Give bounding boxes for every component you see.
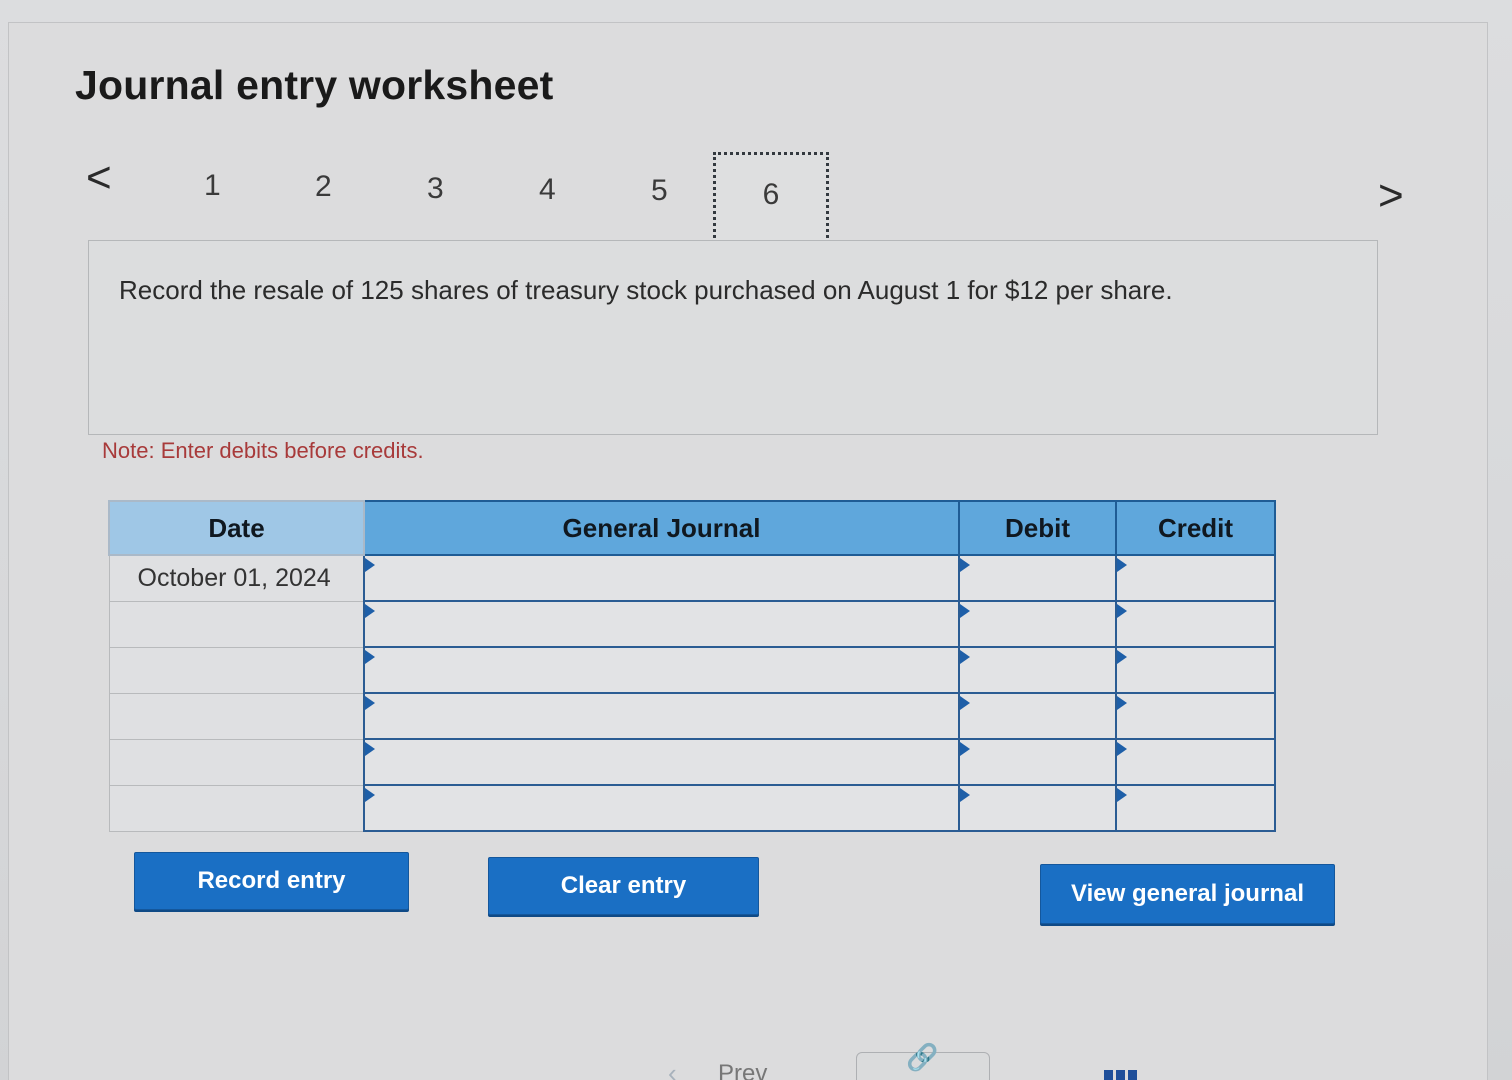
previous-step-arrow-icon[interactable]: < <box>86 156 112 200</box>
view-general-journal-button[interactable]: View general journal <box>1040 864 1335 924</box>
credit-input[interactable] <box>1115 784 1276 832</box>
account-input[interactable] <box>363 554 960 602</box>
credit-input[interactable] <box>1115 646 1276 694</box>
grid-icon[interactable] <box>1104 1070 1138 1080</box>
prev-link[interactable]: Prev <box>718 1060 767 1080</box>
step-tab-3[interactable]: 3 <box>427 174 444 204</box>
journal-entry-table: Date General Journal Debit Credit Octobe… <box>108 500 1276 832</box>
step-tab-5[interactable]: 5 <box>651 176 668 206</box>
question-box: Record the resale of 125 shares of treas… <box>88 240 1378 435</box>
credit-input[interactable] <box>1115 738 1276 786</box>
date-column-header: Date <box>108 500 365 556</box>
account-input[interactable] <box>363 600 960 648</box>
date-cell <box>108 600 365 648</box>
debit-input[interactable] <box>958 784 1117 832</box>
debit-input[interactable] <box>958 646 1117 694</box>
chevron-left-icon: ‹ <box>668 1058 677 1080</box>
step-tab-1[interactable]: 1 <box>204 171 221 201</box>
record-entry-button[interactable]: Record entry <box>134 852 409 910</box>
question-text: Record the resale of 125 shares of treas… <box>119 275 1173 305</box>
step-tab-6-active[interactable]: 6 <box>713 152 829 250</box>
debit-input[interactable] <box>958 600 1117 648</box>
table-row <box>108 784 1276 832</box>
clear-entry-button[interactable]: Clear entry <box>488 857 759 915</box>
date-cell: October 01, 2024 <box>108 554 365 602</box>
date-cell <box>108 738 365 786</box>
step-tab-4[interactable]: 4 <box>539 175 556 205</box>
general-journal-column-header: General Journal <box>363 500 960 556</box>
date-cell <box>108 646 365 694</box>
table-header-row: Date General Journal Debit Credit <box>108 500 1276 556</box>
account-input[interactable] <box>363 784 960 832</box>
account-input[interactable] <box>363 738 960 786</box>
table-row <box>108 646 1276 694</box>
page-title: Journal entry worksheet <box>75 62 554 108</box>
note-text: Note: Enter debits before credits. <box>102 438 424 463</box>
debit-column-header: Debit <box>958 500 1117 556</box>
debit-input[interactable] <box>958 738 1117 786</box>
next-step-arrow-icon[interactable]: > <box>1378 174 1404 218</box>
debit-input[interactable] <box>958 692 1117 740</box>
step-tab-2[interactable]: 2 <box>315 172 332 202</box>
date-cell <box>108 692 365 740</box>
table-row: October 01, 2024 <box>108 554 1276 602</box>
credit-input[interactable] <box>1115 692 1276 740</box>
account-input[interactable] <box>363 692 960 740</box>
page: Journal entry worksheet < 1 2 3 4 5 6 > … <box>0 0 1512 1080</box>
account-input[interactable] <box>363 646 960 694</box>
table-row <box>108 600 1276 648</box>
credit-input[interactable] <box>1115 600 1276 648</box>
link-icon: 🔗 <box>906 1042 939 1072</box>
credit-column-header: Credit <box>1115 500 1276 556</box>
date-cell <box>108 784 365 832</box>
credit-input[interactable] <box>1115 554 1276 602</box>
table-row <box>108 692 1276 740</box>
debit-input[interactable] <box>958 554 1117 602</box>
table-row <box>108 738 1276 786</box>
